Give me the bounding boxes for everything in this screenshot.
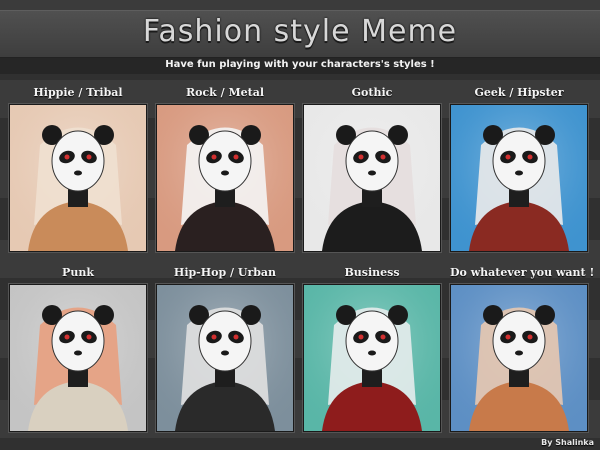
style-artwork-rock: [156, 104, 294, 252]
style-artwork-hiphop: [156, 284, 294, 432]
style-label: Hippie / Tribal: [33, 86, 123, 99]
style-label: Punk: [62, 266, 94, 279]
style-artwork-geek: [450, 104, 588, 252]
style-artwork-punk: [9, 284, 147, 432]
style-label: Rock / Metal: [185, 86, 265, 99]
style-artwork-freestyle: [450, 284, 588, 432]
style-label: Geek / Hipster: [474, 86, 564, 99]
style-label: Business: [344, 266, 400, 279]
style-artwork-business: [303, 284, 441, 432]
artist-credit: By Shalinka: [541, 438, 594, 447]
style-label: Hip-Hop / Urban: [173, 266, 277, 279]
style-artwork-gothic: [303, 104, 441, 252]
style-label: Gothic: [351, 86, 393, 99]
style-label: Do whatever you want !: [450, 266, 595, 279]
page-subtitle: Have fun playing with your characters's …: [165, 59, 435, 70]
page-title: Fashion style Meme: [142, 14, 458, 49]
style-artwork-hippie: [9, 104, 147, 252]
